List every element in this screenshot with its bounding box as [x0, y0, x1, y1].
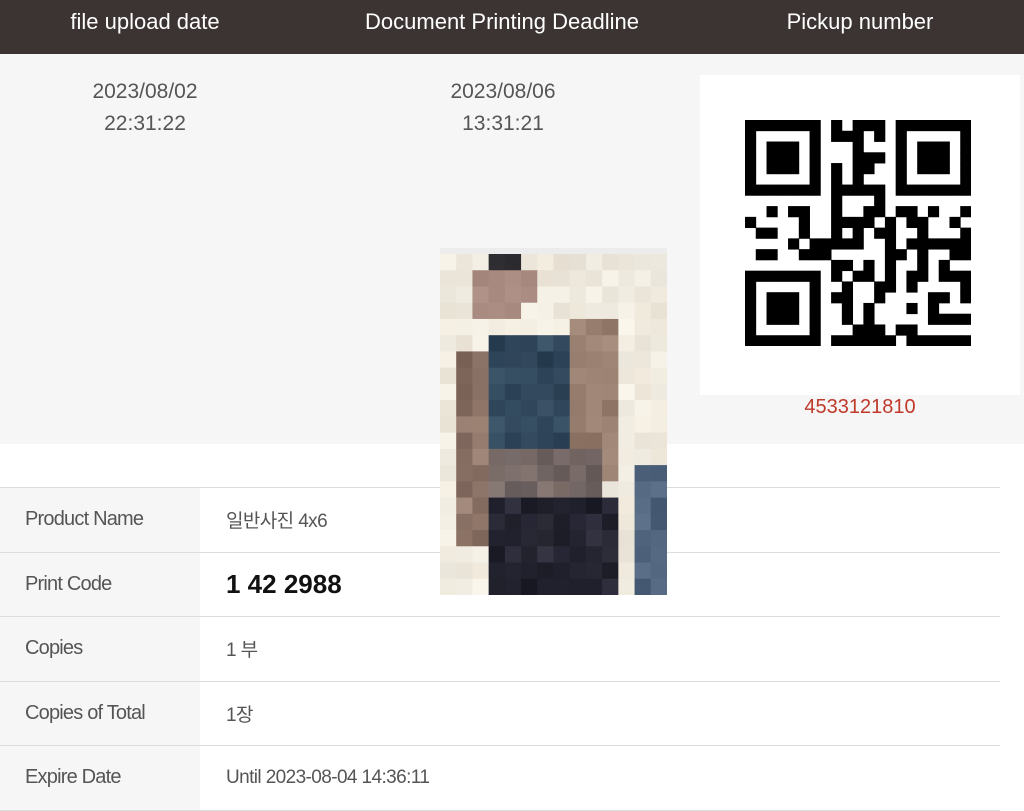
photo-thumbnail[interactable]	[440, 254, 667, 595]
copies-label: Copies	[0, 617, 200, 681]
deadline-datetime: 2023/08/06 13:31:21	[403, 76, 603, 140]
pickup-number: 4533121810	[804, 396, 916, 418]
expire-date-label: Expire Date	[0, 746, 200, 810]
expire-date-row: Expire Date Until 2023-08-04 14:36:11	[0, 746, 1000, 811]
qr-code-icon	[745, 120, 971, 346]
copies-value: 1 부	[226, 640, 258, 662]
expire-date-value: Until 2023-08-04 14:36:11	[226, 766, 430, 788]
qr-code-box	[700, 75, 1020, 395]
printing-deadline-header: Document Printing Deadline	[365, 9, 639, 34]
copies-total-row: Copies of Total 1장	[0, 681, 1000, 746]
upload-time: 22:31:22	[104, 112, 186, 135]
copies-row: Copies 1 부	[0, 617, 1000, 682]
deadline-date: 2023/08/06	[450, 80, 556, 103]
header-bar: file upload date Document Printing Deadl…	[0, 0, 1024, 54]
upload-date-header: file upload date	[70, 9, 220, 34]
copies-total-value: 1장	[226, 704, 253, 726]
copies-total-label: Copies of Total	[0, 681, 200, 745]
upload-date: 2023/08/02	[92, 80, 198, 103]
print-code-label: Print Code	[0, 552, 200, 616]
product-name-label: Product Name	[0, 488, 200, 552]
pickup-number-header: Pickup number	[786, 9, 934, 34]
deadline-time: 13:31:21	[462, 112, 544, 135]
pixelated-photo-image	[440, 254, 667, 595]
upload-datetime: 2023/08/02 22:31:22	[45, 76, 245, 140]
